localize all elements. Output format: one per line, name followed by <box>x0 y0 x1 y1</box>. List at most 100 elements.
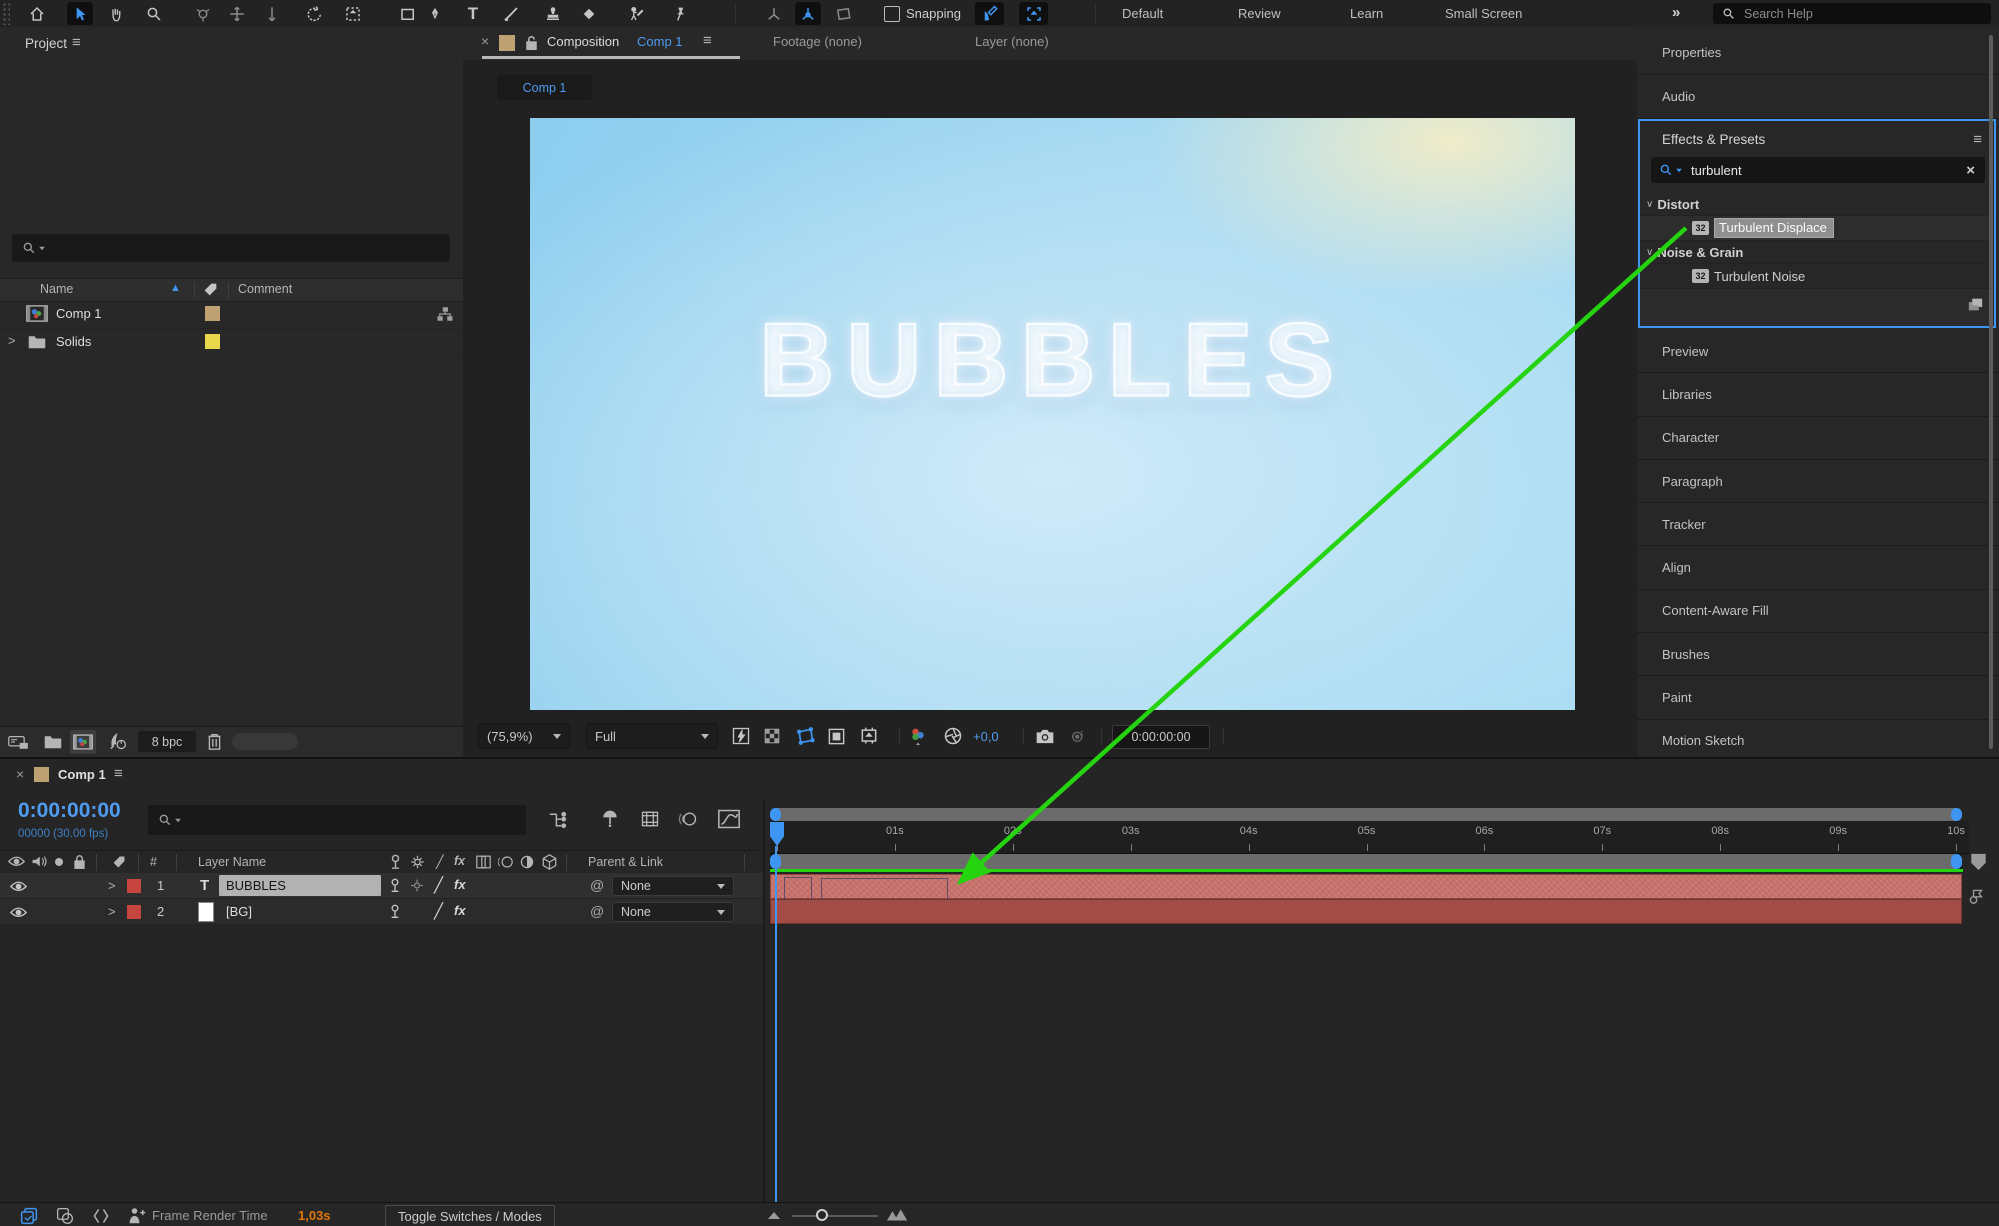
scrollbar-left-cap[interactable] <box>770 808 781 821</box>
fx-switch-icon[interactable]: fx <box>454 903 466 918</box>
new-animation-preset-icon[interactable] <box>1967 297 1984 312</box>
workspace-tab-default[interactable]: Default <box>1122 6 1163 21</box>
toggle-switches-modes-button[interactable]: Toggle Switches / Modes <box>385 1205 555 1226</box>
graph-editor-icon[interactable] <box>718 809 740 829</box>
timeline-search-box[interactable] <box>148 805 526 835</box>
quality-best-icon[interactable]: ╱ <box>434 902 443 920</box>
parent-pickwhip-icon[interactable]: @ <box>590 903 604 919</box>
layer-row-bg[interactable]: > 2 [BG] ╱ fx @ None <box>0 899 763 925</box>
frame-blend-switch-icon[interactable] <box>476 855 491 869</box>
expand-transfer-controls-button[interactable] <box>56 1207 74 1225</box>
label-column-icon[interactable] <box>203 282 218 297</box>
layer-row-bubbles[interactable]: > 1 T BUBBLES ╱ fx @ None <box>0 873 763 899</box>
brush-tool[interactable] <box>498 2 524 25</box>
layer-label-swatch[interactable] <box>127 879 141 893</box>
effect-item-turbulent-noise[interactable]: 32 Turbulent Noise <box>1640 264 1994 289</box>
layer-name-cell-selected[interactable]: BUBBLES <box>219 875 381 896</box>
tab-menu-icon[interactable]: ≡ <box>114 765 123 782</box>
number-column-label[interactable]: # <box>150 855 157 869</box>
column-name-label[interactable]: Name <box>40 282 73 296</box>
three-d-switch-icon[interactable] <box>542 854 557 870</box>
motion-blur-icon[interactable] <box>678 809 698 829</box>
camera-marquee-tool[interactable] <box>340 2 366 25</box>
work-area-end-handle[interactable] <box>1951 854 1962 869</box>
parent-link-column-label[interactable]: Parent & Link <box>588 855 663 869</box>
timeline-zoom-in-icon[interactable] <box>886 1208 910 1222</box>
shy-layers-icon[interactable] <box>600 809 620 829</box>
quality-switch-icon[interactable] <box>388 904 402 919</box>
render-engine-icon[interactable] <box>108 733 128 751</box>
effects-group-noise-grain[interactable]: ∨ Noise & Grain <box>1640 241 1994 264</box>
snap-beyond-edges-toggle[interactable] <box>1019 2 1048 25</box>
sidebar-item-character[interactable]: Character <box>1637 416 1999 460</box>
parent-dropdown[interactable]: None <box>612 902 734 922</box>
layer-name-column-label[interactable]: Layer Name <box>198 855 266 869</box>
adjustment-layer-switch-icon[interactable] <box>520 855 534 869</box>
exposure-value[interactable]: +0,0 <box>973 723 999 749</box>
orbit-camera-tool[interactable] <box>190 2 216 25</box>
composition-canvas[interactable]: BUBBLES <box>530 118 1575 710</box>
local-axis-mode[interactable] <box>761 2 787 25</box>
column-comment-label[interactable]: Comment <box>238 282 292 296</box>
unlock-icon[interactable] <box>525 35 538 51</box>
tab-menu-icon[interactable]: ≡ <box>703 32 712 49</box>
snapping-checkbox[interactable] <box>884 6 900 22</box>
bpc-button[interactable]: 8 bpc <box>138 731 196 752</box>
project-item-comp1[interactable]: Comp 1 <box>0 300 463 329</box>
new-composition-icon[interactable] <box>70 730 96 754</box>
tab-label-swatch[interactable] <box>499 35 515 51</box>
playhead-line[interactable] <box>775 846 777 1202</box>
close-tab-icon[interactable]: × <box>481 33 489 49</box>
video-column-icon[interactable] <box>8 855 25 868</box>
expand-layer-switches-button[interactable] <box>20 1207 38 1225</box>
audio-column-icon[interactable] <box>31 854 47 869</box>
project-search-box[interactable] <box>12 234 450 262</box>
close-tab-icon[interactable]: × <box>16 766 24 782</box>
project-panel-menu-icon[interactable]: ≡ <box>72 34 81 51</box>
puppet-pin-tool[interactable] <box>667 2 693 25</box>
expand-in-out-button[interactable] <box>92 1207 110 1225</box>
comp-mini-tab[interactable]: Comp 1 <box>497 75 592 100</box>
quality-slash-icon[interactable]: ╱ <box>436 854 444 869</box>
quality-switch-icon[interactable] <box>388 854 403 870</box>
timeline-zoom-knob[interactable] <box>816 1209 828 1221</box>
tab-footage[interactable]: Footage (none) <box>773 34 862 49</box>
comp-button-icon[interactable] <box>1968 887 1987 905</box>
label-column-icon[interactable] <box>112 855 126 869</box>
expander-icon[interactable]: > <box>8 333 16 348</box>
clone-stamp-tool[interactable] <box>540 2 566 25</box>
workspace-tab-learn[interactable]: Learn <box>1350 6 1383 21</box>
project-search-input[interactable] <box>46 239 430 257</box>
zoom-tool[interactable] <box>141 2 167 25</box>
trash-icon[interactable] <box>206 732 223 751</box>
sidebar-item-properties[interactable]: Properties <box>1637 30 1999 75</box>
effects-panel-header[interactable]: Effects & Presets ≡ <box>1640 127 1994 151</box>
roto-brush-tool[interactable] <box>623 2 649 25</box>
crop-region-button[interactable] <box>859 723 879 749</box>
transparency-grid-button[interactable] <box>763 723 781 749</box>
layer-name[interactable]: [BG] <box>226 904 252 919</box>
snap-along-edges-toggle[interactable] <box>975 2 1004 25</box>
fast-previews-button[interactable] <box>731 723 751 749</box>
expander-icon[interactable]: > <box>108 878 116 893</box>
motion-blur-switch-icon[interactable] <box>498 855 513 869</box>
tab-comp-name[interactable]: Comp 1 <box>637 34 683 49</box>
timeline-zoom-track[interactable] <box>792 1215 878 1217</box>
expander-open-icon[interactable]: ∨ <box>1646 199 1653 210</box>
pen-tool[interactable] <box>422 2 448 25</box>
sidebar-item-libraries[interactable]: Libraries <box>1637 373 1999 417</box>
project-item-name[interactable]: Solids <box>56 334 91 349</box>
expander-open-icon[interactable]: ∨ <box>1646 247 1653 258</box>
channel-settings-button[interactable] <box>909 723 927 749</box>
effects-search-box[interactable]: × <box>1651 157 1985 183</box>
sidebar-item-align[interactable]: Align <box>1637 546 1999 590</box>
sidebar-item-audio[interactable]: Audio <box>1637 75 1999 119</box>
work-area-bar[interactable] <box>770 854 1962 869</box>
parent-dropdown[interactable]: None <box>612 876 734 896</box>
comp-marker-bin-icon[interactable] <box>1970 853 1987 874</box>
label-swatch-yellow[interactable] <box>205 334 220 349</box>
tab-composition-label[interactable]: Composition <box>547 34 619 49</box>
project-item-solids[interactable]: > Solids <box>0 328 463 357</box>
selection-tool[interactable] <box>67 2 93 25</box>
hand-tool[interactable] <box>103 2 129 25</box>
